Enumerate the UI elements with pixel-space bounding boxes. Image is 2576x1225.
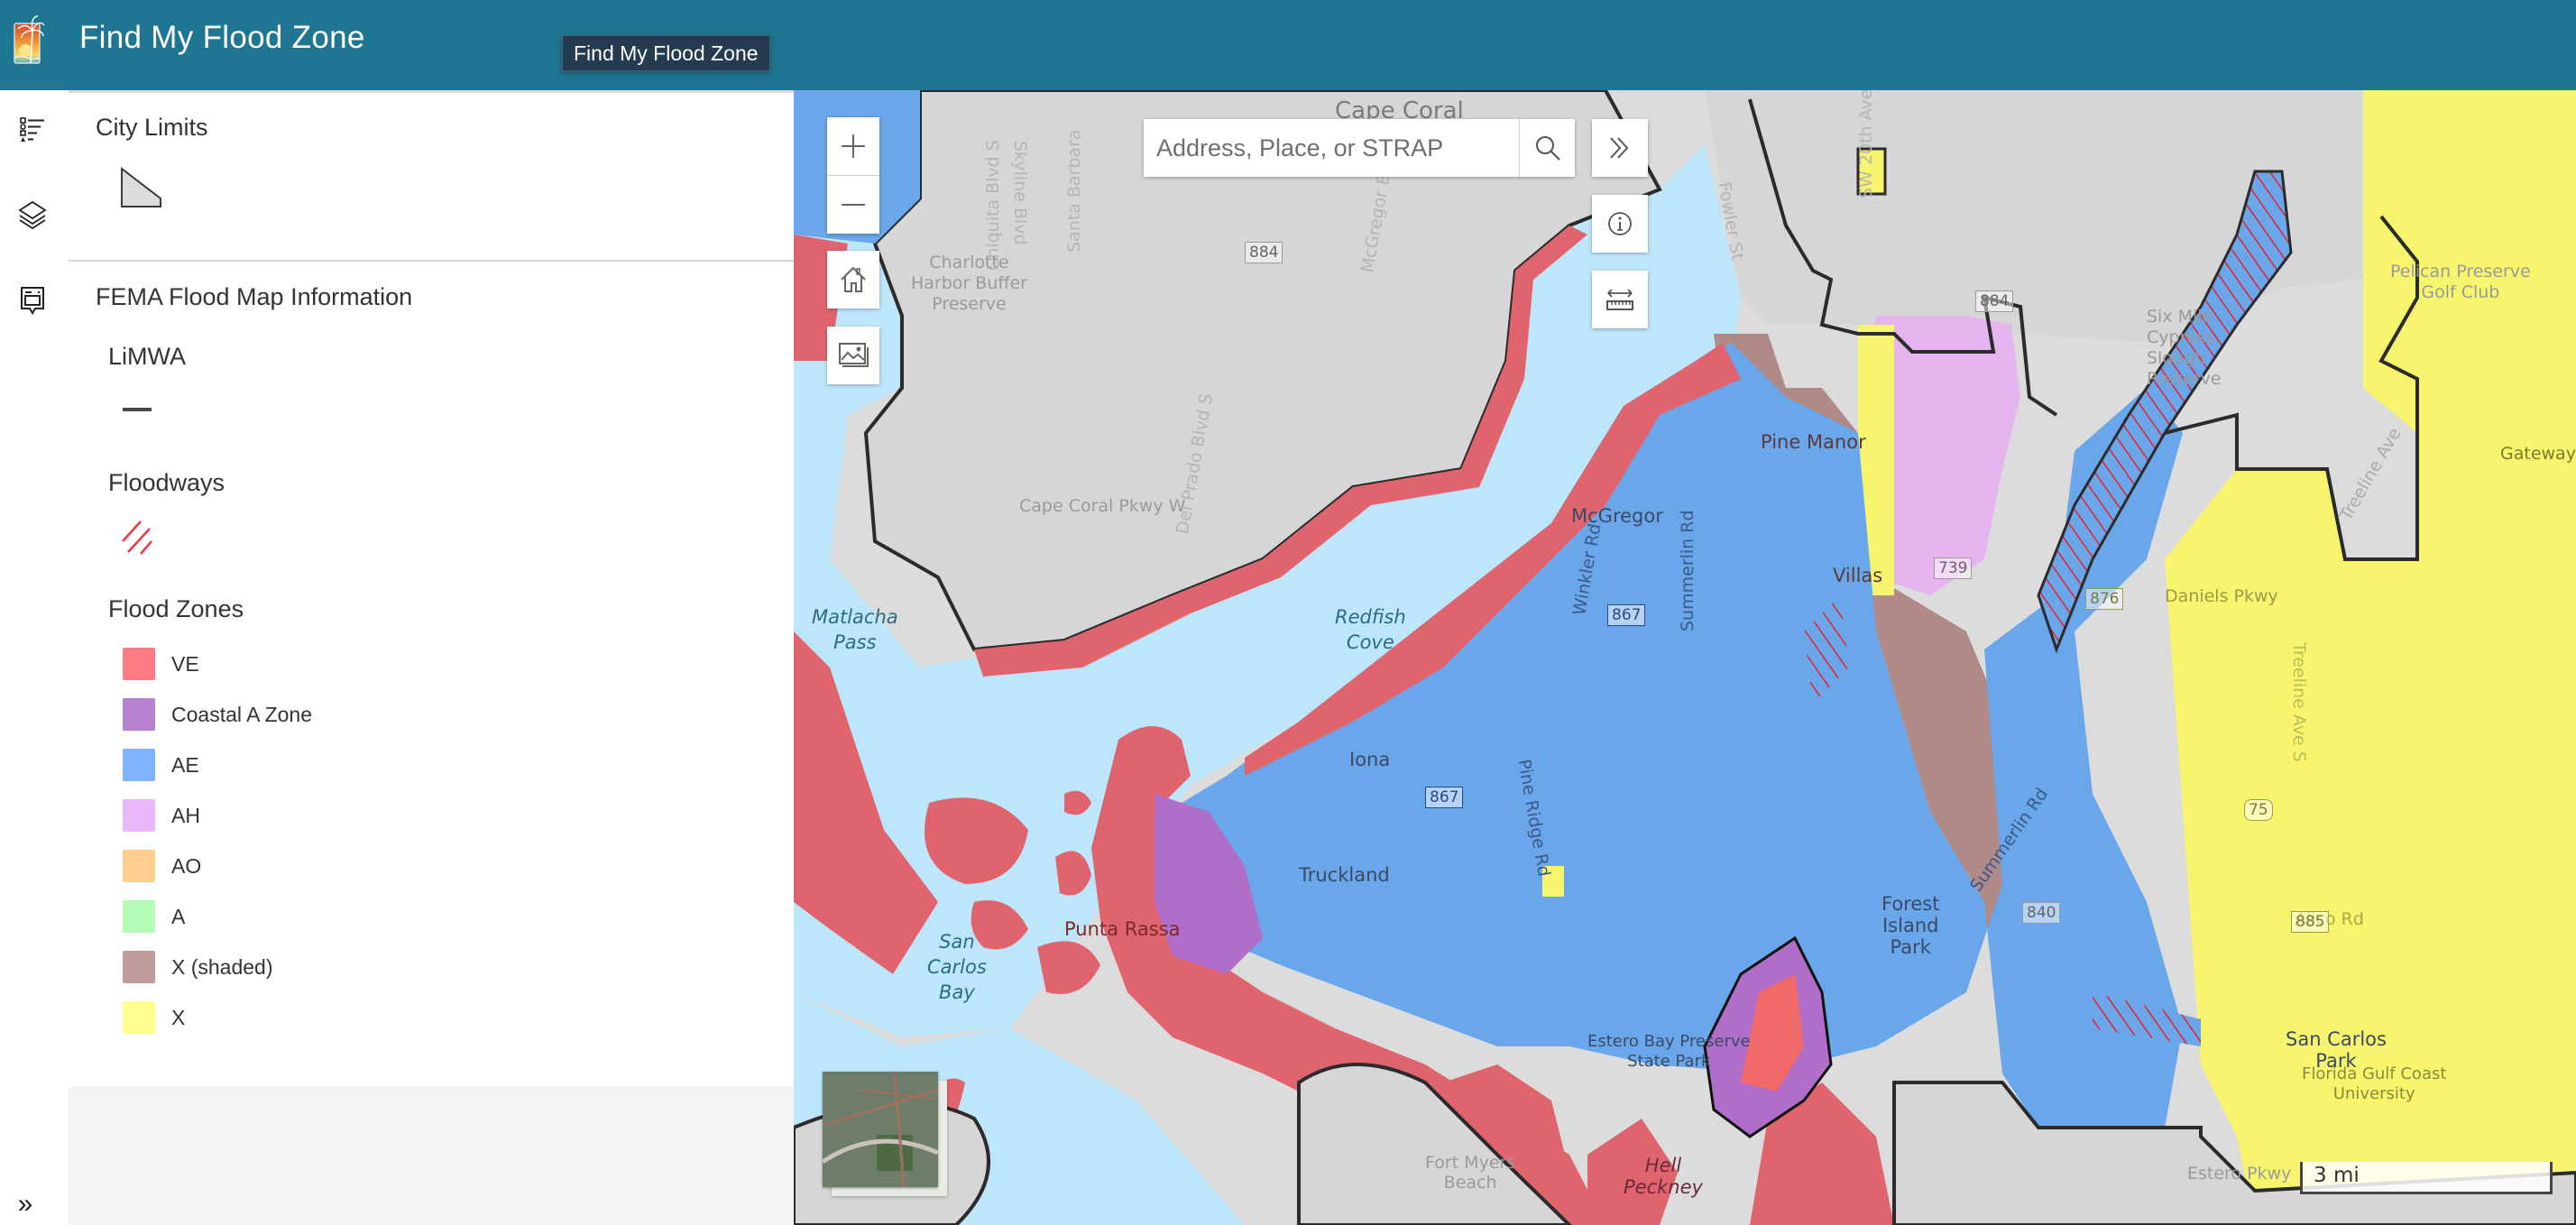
minus-icon bbox=[842, 204, 865, 206]
legend-item-x-shaded: X (shaded) bbox=[123, 949, 273, 985]
road-shield-884: 884 bbox=[1245, 242, 1283, 263]
legend-floodways-title: Floodways bbox=[108, 469, 225, 496]
app-title: Find My Flood Zone bbox=[79, 20, 365, 55]
title-tooltip: Find My Flood Zone bbox=[562, 35, 770, 71]
legend-item-ve: VE bbox=[123, 646, 199, 682]
home-button[interactable] bbox=[827, 251, 879, 309]
home-icon bbox=[841, 266, 866, 292]
flood-map-canvas[interactable] bbox=[794, 90, 2576, 1225]
road-shield-739: 739 bbox=[1934, 557, 1973, 579]
zoom-controls bbox=[827, 117, 879, 234]
zoom-out-button[interactable] bbox=[827, 176, 879, 234]
zoom-in-button[interactable] bbox=[827, 117, 879, 175]
road-shield-876: 876 bbox=[2085, 588, 2124, 610]
city-limits-polygon-symbol bbox=[121, 166, 161, 207]
road-shield-867: 867 bbox=[1607, 604, 1646, 626]
app-header: Find My Flood Zone Find My Flood Zone bbox=[0, 0, 2576, 90]
legend-label: AH bbox=[171, 803, 200, 827]
floodway-hatch-symbol bbox=[122, 520, 152, 555]
home-control bbox=[827, 251, 879, 309]
legend-label: X (shaded) bbox=[171, 954, 273, 979]
legend-item-a: A bbox=[123, 898, 185, 935]
basemap-gallery-control bbox=[827, 327, 879, 384]
legend-limwa-title: LiMWA bbox=[108, 343, 186, 370]
legend-list-icon bbox=[20, 117, 44, 142]
measure-icon bbox=[1606, 289, 1633, 310]
swatch-ae bbox=[123, 749, 155, 781]
road-shield-885: 885 bbox=[2291, 911, 2330, 933]
legend-label: X bbox=[171, 1005, 186, 1029]
action-rail: » bbox=[0, 90, 69, 1225]
rail-legend-button[interactable] bbox=[7, 105, 58, 155]
layers-icon bbox=[18, 200, 47, 230]
legend-item-x: X bbox=[123, 999, 185, 1036]
legend-item-coastal-a: Coastal A Zone bbox=[123, 696, 312, 732]
rail-layers-button[interactable] bbox=[7, 189, 58, 240]
swatch-x bbox=[123, 1001, 155, 1034]
interstate-shield-75: 75 bbox=[2244, 799, 2273, 821]
map-view[interactable]: Cape Coral SW 20th Ave Chiquita Blvd S S… bbox=[794, 90, 2576, 1225]
legend-city-limits-title: City Limits bbox=[96, 114, 208, 141]
swatch-a bbox=[123, 900, 155, 933]
road-shield-867-south: 867 bbox=[1425, 787, 1464, 808]
search-button[interactable] bbox=[1519, 119, 1575, 177]
legend-label: AE bbox=[171, 752, 199, 777]
legend-divider bbox=[69, 260, 794, 262]
swatch-ah bbox=[123, 799, 155, 832]
legend-flood-zones-title: Flood Zones bbox=[108, 595, 244, 622]
plus-icon bbox=[842, 134, 865, 158]
basemap-gallery-icon bbox=[839, 343, 869, 367]
basemap-toggle[interactable] bbox=[823, 1072, 949, 1198]
legend-item-ae: AE bbox=[123, 747, 199, 783]
swatch-ve bbox=[123, 648, 155, 680]
swatch-coastal-a bbox=[123, 698, 155, 731]
expand-toolbar-button[interactable] bbox=[1592, 119, 1648, 177]
legend-label: Coastal A Zone bbox=[171, 702, 312, 726]
double-chevron-right-icon bbox=[1610, 137, 1629, 159]
scale-bar-label: 3 mi bbox=[2314, 1164, 2360, 1187]
legend-label: A bbox=[171, 904, 186, 928]
palm-tree-logo-icon bbox=[14, 15, 45, 64]
swatch-ao bbox=[123, 850, 155, 882]
basemap-gallery-button[interactable] bbox=[827, 327, 879, 384]
scale-bar: 3 mi bbox=[2300, 1162, 2553, 1194]
measure-button[interactable] bbox=[1592, 271, 1648, 328]
road-shield-840: 840 bbox=[2022, 902, 2061, 924]
swatch-x-shaded bbox=[123, 951, 155, 983]
limwa-line-symbol bbox=[123, 408, 152, 411]
road-shield-884-east: 884 bbox=[1975, 290, 2014, 312]
legend-label: AO bbox=[171, 853, 202, 878]
legend-panel: City Limits FEMA Flood Map Information L… bbox=[69, 90, 794, 1225]
info-button[interactable] bbox=[1592, 195, 1648, 253]
search-icon bbox=[1535, 136, 1560, 161]
rail-details-button[interactable] bbox=[7, 275, 58, 326]
legend-fema-title: FEMA Flood Map Information bbox=[96, 283, 413, 310]
expand-panel-button[interactable]: » bbox=[7, 1189, 43, 1220]
legend-label: VE bbox=[171, 651, 199, 676]
legend-item-ao: AO bbox=[123, 848, 201, 884]
search-widget bbox=[1144, 119, 1575, 177]
panel-top-rule bbox=[69, 90, 794, 93]
info-icon bbox=[1608, 212, 1632, 235]
search-input[interactable] bbox=[1144, 119, 1519, 177]
imagery-thumbnail bbox=[823, 1072, 938, 1187]
zone-x-patch-small bbox=[1542, 866, 1564, 897]
popup-icon bbox=[21, 287, 44, 315]
panel-footer-area bbox=[69, 1086, 794, 1225]
legend-item-ah: AH bbox=[123, 797, 200, 834]
zone-x-patch bbox=[1856, 147, 1887, 196]
